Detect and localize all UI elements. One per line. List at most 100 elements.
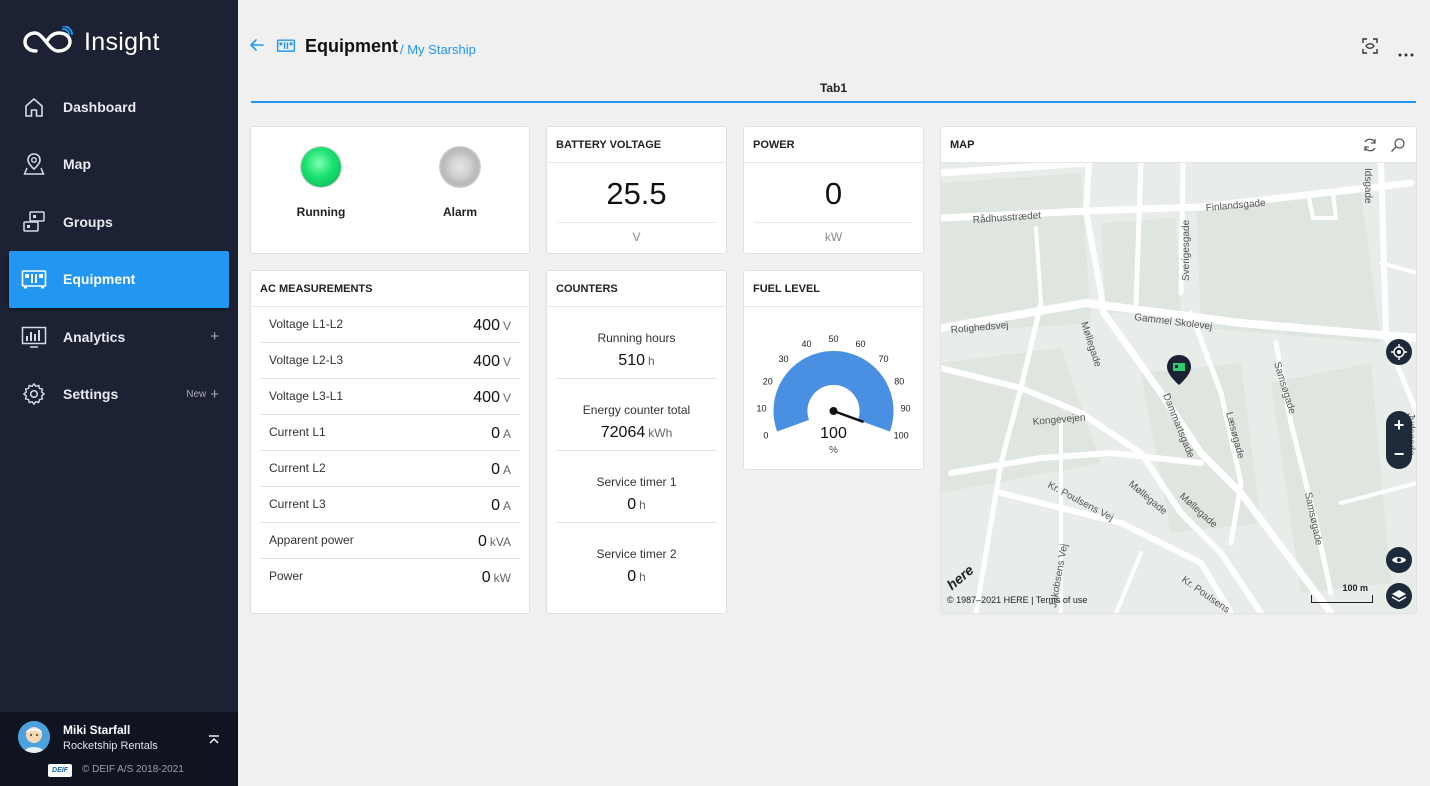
scale-label: 100 m <box>1342 583 1368 593</box>
counter-value: 72064 kWh <box>556 424 717 442</box>
value-unit: A <box>502 463 511 477</box>
locate-button[interactable] <box>1386 339 1412 365</box>
sidebar-item-analytics[interactable]: Analytics + <box>9 308 229 366</box>
measurement-label: Power <box>269 569 304 583</box>
value-number: 510 <box>618 352 645 369</box>
refresh-icon[interactable] <box>1362 137 1378 158</box>
ac-measurements-list: Voltage L1-L2 400 V Voltage L2-L3 400 V Voltag… <box>251 307 529 595</box>
battery-voltage-unit: V <box>632 230 641 244</box>
counter-value: 0h <box>556 568 717 586</box>
new-badge: New <box>186 388 207 400</box>
gauge-tick-label: 10 <box>757 403 767 413</box>
measurement-value: 400 V <box>473 389 511 407</box>
counter-label: Service timer 1 <box>596 475 677 489</box>
gauge-tick-label: 40 <box>802 339 812 349</box>
value-number: 0 <box>491 461 500 478</box>
sidebar-item-label: Dashboard <box>63 98 137 115</box>
app-logo[interactable]: Insight <box>22 26 160 58</box>
avatar[interactable] <box>18 721 50 753</box>
gauge-tick-label: 50 <box>828 334 838 344</box>
sidebar-item-groups[interactable]: Groups <box>9 193 229 251</box>
plus-icon: + <box>210 328 219 346</box>
value-unit: A <box>502 499 511 513</box>
search-icon[interactable] <box>1390 137 1406 158</box>
layers-button[interactable] <box>1386 583 1412 609</box>
equipment-icon <box>276 38 296 59</box>
list-item: Running hours 510 h <box>556 307 717 379</box>
sidebar-item-label: Groups <box>63 213 113 230</box>
more-options-icon[interactable] <box>1398 44 1414 62</box>
app-name: Insight <box>84 27 160 56</box>
value-unit: h <box>648 354 655 368</box>
sidebar-item-label: Settings <box>63 386 119 403</box>
tab-tab1[interactable]: Tab1 <box>251 78 1416 103</box>
eye-icon <box>1392 557 1406 563</box>
sidebar-item-map[interactable]: Map <box>9 136 229 194</box>
list-item: Energy counter total 72064 kWh <box>556 379 717 451</box>
fuel-level-unit: % <box>829 445 838 456</box>
value-unit: V <box>502 319 511 333</box>
value-number: 400 <box>473 389 500 406</box>
value-number: 400 <box>473 353 500 370</box>
alarm-indicator: Alarm <box>410 147 510 219</box>
measurement-label: Voltage L2-L3 <box>269 353 344 367</box>
value-number: 0 <box>491 497 500 514</box>
zoom-out-button[interactable]: − <box>1386 440 1412 469</box>
table-row: Voltage L1-L2 400 V <box>260 307 520 343</box>
zoom-in-button[interactable]: + <box>1386 411 1412 440</box>
list-item: Service timer 2 0h <box>556 523 717 595</box>
ac-measurements-card: AC MEASUREMENTS Voltage L1-L2 400 V Voltage… <box>250 270 530 614</box>
user-organization: Rocketship Rentals <box>63 740 158 752</box>
gauge-tick-label: 20 <box>763 377 773 387</box>
counter-label: Running hours <box>597 331 676 345</box>
fuel-level-value: 100 <box>820 425 847 442</box>
gauge-tick-label: 30 <box>778 354 788 364</box>
measurement-value: 400 V <box>473 353 511 371</box>
power-value: 0 <box>824 176 843 211</box>
value-number: 400 <box>473 317 500 334</box>
card-title: POWER <box>744 127 923 163</box>
gauge-tick-label: 0 <box>763 431 768 441</box>
chevron-up-icon[interactable] <box>208 732 220 750</box>
measurement-value: 400 V <box>473 317 511 335</box>
scan-icon[interactable] <box>1362 38 1378 59</box>
sidebar-item-label: Map <box>63 156 91 173</box>
counters-card: COUNTERS Running hours 510 h Energy counter… <box>546 270 727 614</box>
alarm-light <box>440 147 480 187</box>
measurement-value: 0 kW <box>482 569 511 587</box>
groups-icon <box>21 209 47 235</box>
sidebar-item-label: Equipment <box>63 271 136 288</box>
measurement-value: 0 kVA <box>478 533 511 551</box>
table-row: Current L3 0 A <box>260 487 520 523</box>
value-unit: kVA <box>489 535 511 549</box>
breadcrumb[interactable]: / My Starship <box>400 42 476 57</box>
measurement-value: 0A <box>491 425 511 443</box>
copyright: © DEIF A/S 2018-2021 <box>82 764 184 775</box>
value-unit: kWh <box>648 426 673 440</box>
alarm-label: Alarm <box>442 205 477 219</box>
map-attribution[interactable]: © 1987–2021 HERE | Terms of use <box>947 595 1087 605</box>
table-row: Current L2 0 A <box>260 451 520 487</box>
running-light <box>301 147 341 187</box>
sidebar-item-settings[interactable]: Settings New + <box>9 366 229 424</box>
expand-analytics-button[interactable]: + <box>210 328 219 345</box>
sidebar-item-equipment[interactable]: Equipment <box>9 250 229 308</box>
user-panel: Miki Starfall Rocketship Rentals DEIF © … <box>0 712 238 786</box>
card-title: AC MEASUREMENTS <box>251 271 529 307</box>
map-canvas: Rådhusstrædet Finlandsgade Sverigesgade … <box>941 163 1416 613</box>
map-view[interactable]: Rådhusstrædet Finlandsgade Sverigesgade … <box>941 163 1416 613</box>
gauge-tick-label: 80 <box>894 377 904 387</box>
settings-new-button[interactable]: New + <box>186 386 219 403</box>
card-title: FUEL LEVEL <box>744 271 923 307</box>
back-arrow-icon[interactable] <box>249 37 265 58</box>
visibility-button[interactable] <box>1386 547 1412 573</box>
measurement-label: Current L3 <box>269 497 326 511</box>
infinity-logo-icon <box>23 26 73 53</box>
value-number: 0 <box>477 533 487 550</box>
value-number: 0 <box>627 496 637 513</box>
gauge-tick-label: 60 <box>855 339 865 349</box>
counters-list: Running hours 510 h Energy counter total 720… <box>547 307 726 595</box>
sidebar-item-dashboard[interactable]: Dashboard <box>9 78 229 136</box>
table-row: Voltage L3-L1 400 V <box>260 379 520 415</box>
layers-icon <box>1391 590 1407 602</box>
